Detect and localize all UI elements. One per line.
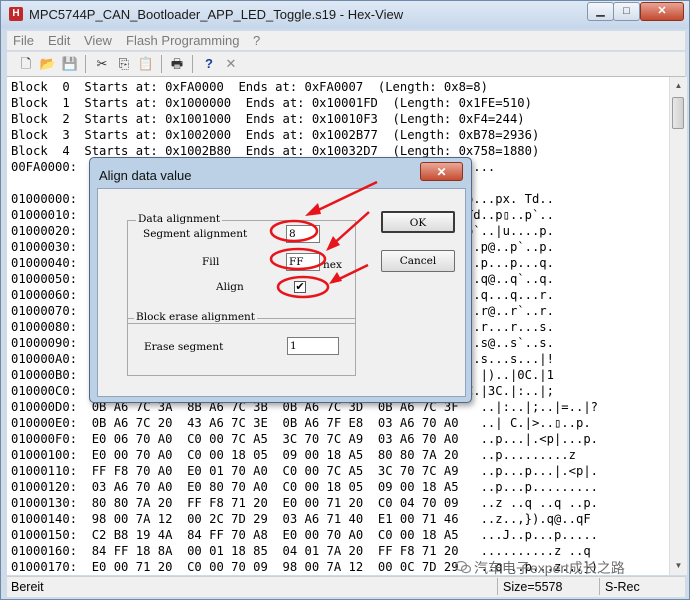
fill-label: Fill bbox=[202, 256, 220, 268]
fill-input[interactable]: FF bbox=[286, 253, 320, 271]
hex-line: 01000140: 98 00 7A 12 00 2C 7D 29 03 A6 … bbox=[11, 512, 591, 526]
cancel-button[interactable]: Cancel bbox=[381, 250, 455, 272]
cut-icon[interactable]: ✂ bbox=[93, 55, 111, 73]
new-file-icon[interactable]: 🗋 bbox=[17, 55, 35, 73]
window-title: MPC5744P_CAN_Bootloader_APP_LED_Toggle.s… bbox=[29, 7, 404, 22]
wechat-icon bbox=[455, 560, 471, 574]
close-x-icon[interactable]: ✕ bbox=[222, 55, 240, 73]
status-divider bbox=[497, 578, 498, 595]
block-erase-legend: Block erase alignment bbox=[134, 311, 258, 323]
menu-bar: File Edit View Flash Programming ? bbox=[7, 31, 685, 50]
align-checkbox[interactable]: ✔ bbox=[294, 281, 306, 293]
hex-line: Block 3 Starts at: 0x1002000 Ends at: 0x… bbox=[11, 128, 540, 142]
scroll-thumb[interactable] bbox=[672, 97, 684, 129]
dialog-body: Data alignment Segment alignment 8 Fill … bbox=[97, 188, 466, 397]
toolbar-separator bbox=[85, 55, 86, 73]
toolbar-separator bbox=[192, 55, 193, 73]
menu-view[interactable]: View bbox=[84, 33, 112, 48]
align-data-dialog: Align data value ✕ Data alignment Segmen… bbox=[89, 157, 472, 403]
toolbar: 🗋 📂 💾 ✂ ⎘ 📋 🖶 ? ✕ bbox=[7, 51, 685, 77]
print-icon[interactable]: 🖶 bbox=[168, 55, 186, 73]
segment-alignment-input[interactable]: 8 bbox=[286, 225, 320, 243]
scroll-down-icon[interactable]: ▼ bbox=[672, 559, 685, 573]
data-alignment-legend: Data alignment bbox=[136, 213, 223, 225]
hex-line: Block 0 Starts at: 0xFA0000 Ends at: 0xF… bbox=[11, 80, 488, 94]
menu-edit[interactable]: Edit bbox=[48, 33, 70, 48]
paste-icon[interactable]: 📋 bbox=[137, 55, 155, 73]
toolbar-separator bbox=[161, 55, 162, 73]
hex-line: Block 2 Starts at: 0x1001000 Ends at: 0x… bbox=[11, 112, 525, 126]
status-ready: Bereit bbox=[11, 580, 44, 594]
scroll-up-icon[interactable]: ▲ bbox=[672, 79, 685, 93]
menu-file[interactable]: File bbox=[13, 33, 34, 48]
align-label: Align bbox=[216, 281, 244, 293]
menu-help[interactable]: ? bbox=[253, 33, 260, 48]
hex-line: 01000120: 03 A6 70 A0 E0 80 70 A0 C0 00 … bbox=[11, 480, 598, 494]
segment-alignment-label: Segment alignment bbox=[143, 228, 248, 240]
hex-line: 01000100: E0 00 70 A0 C0 00 18 05 09 00 … bbox=[11, 448, 584, 462]
menu-flash-programming[interactable]: Flash Programming bbox=[126, 33, 239, 48]
hex-line: 01000160: 84 FF 18 8A 00 01 18 85 04 01 … bbox=[11, 544, 598, 558]
dialog-title: Align data value bbox=[99, 168, 192, 183]
hex-line: 01000110: FF F8 70 A0 E0 01 70 A0 C0 00 … bbox=[11, 464, 598, 478]
status-divider bbox=[599, 578, 600, 595]
status-size: Size=5578 bbox=[503, 580, 563, 594]
status-bar: Bereit Size=5578 S-Rec bbox=[7, 576, 685, 597]
open-folder-icon[interactable]: 📂 bbox=[39, 55, 57, 73]
hex-line: 010000E0: 0B A6 7C 20 43 A6 7C 3E 0B A6 … bbox=[11, 416, 591, 430]
copy-icon[interactable]: ⎘ bbox=[115, 55, 133, 73]
status-format: S-Rec bbox=[605, 580, 640, 594]
close-button[interactable]: ✕ bbox=[640, 2, 684, 21]
help-icon[interactable]: ? bbox=[200, 55, 218, 73]
erase-segment-input[interactable]: 1 bbox=[287, 337, 339, 355]
hex-label: hex bbox=[323, 259, 342, 271]
minimize-button[interactable]: ▁ bbox=[587, 2, 614, 21]
watermark-text: 汽车电子expert成长之路 bbox=[474, 560, 625, 576]
dialog-close-button[interactable]: ✕ bbox=[420, 162, 463, 181]
hex-line: 01000150: C2 B8 19 4A 84 FF 70 A8 E0 00 … bbox=[11, 528, 598, 542]
maximize-button[interactable]: □ bbox=[613, 2, 640, 21]
app-icon: H bbox=[9, 7, 23, 21]
hex-line: Block 1 Starts at: 0x1000000 Ends at: 0x… bbox=[11, 96, 532, 110]
erase-segment-label: Erase segment bbox=[144, 341, 224, 353]
hex-line: 01000130: 80 80 7A 20 FF F8 71 20 E0 00 … bbox=[11, 496, 598, 510]
title-bar: H MPC5744P_CAN_Bootloader_APP_LED_Toggle… bbox=[1, 1, 689, 29]
vertical-scrollbar[interactable]: ▲ ▼ bbox=[669, 77, 687, 575]
hex-line: 010000F0: E0 06 70 A0 C0 00 7C A5 3C 70 … bbox=[11, 432, 598, 446]
ok-button[interactable]: OK bbox=[381, 211, 455, 233]
save-icon[interactable]: 💾 bbox=[61, 55, 79, 73]
